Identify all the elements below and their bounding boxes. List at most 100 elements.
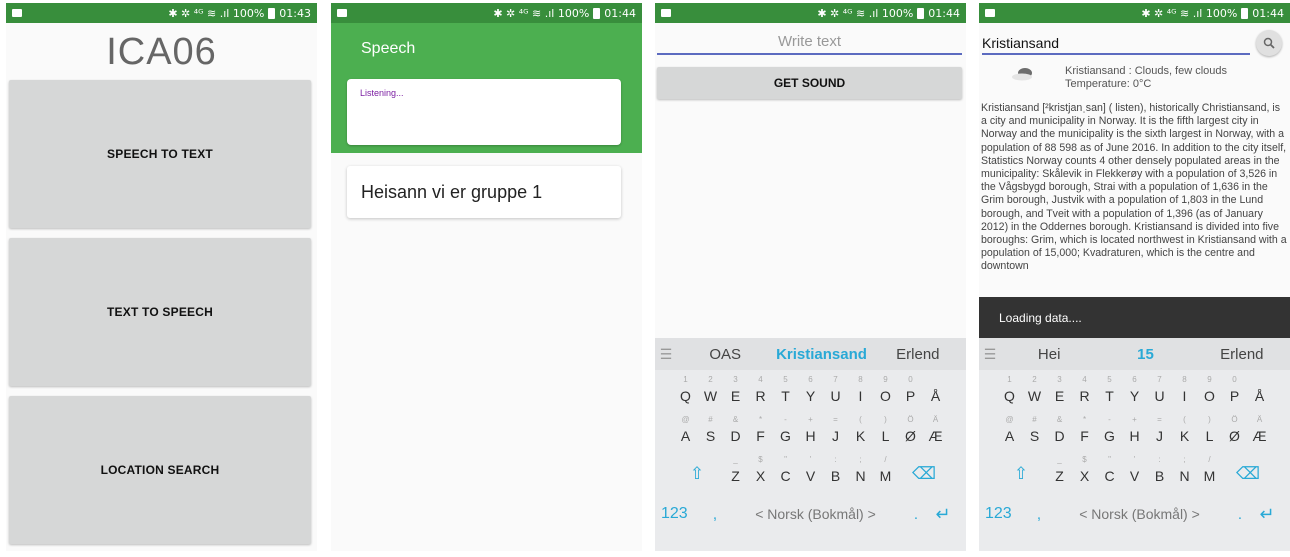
text-input[interactable] <box>657 29 962 55</box>
clock: 01:44 <box>604 6 636 20</box>
key[interactable]: / M <box>873 450 898 490</box>
key[interactable]: ; N <box>848 450 873 490</box>
shift-icon[interactable]: ⇧ <box>671 450 723 490</box>
backspace-icon[interactable]: ⌫ <box>1222 450 1274 490</box>
enter-icon[interactable]: ↵ <box>926 504 960 525</box>
screen-main-menu: ✱ ✲ ⁴ᴳ ≋ .ıl 100% 01:43 ICA06 SPEECH TO T… <box>6 3 317 551</box>
period-key[interactable]: . <box>906 506 926 523</box>
key[interactable]: 6Y <box>798 370 823 410</box>
suggestion[interactable]: 15 <box>1097 346 1193 363</box>
key[interactable]: 0P <box>898 370 923 410</box>
key[interactable]: & D <box>723 410 748 450</box>
key-label: J <box>1156 428 1163 444</box>
key[interactable]: $ X <box>1072 450 1097 490</box>
space-key[interactable]: < Norsk (Bokmål) > <box>725 506 906 522</box>
key[interactable]: 8I <box>848 370 873 410</box>
key[interactable]: 3E <box>723 370 748 410</box>
key[interactable]: * F <box>748 410 773 450</box>
key[interactable]: 7U <box>823 370 848 410</box>
key[interactable]: " C <box>1097 450 1122 490</box>
enter-icon[interactable]: ↵ <box>1250 504 1284 525</box>
key[interactable]: (K <box>848 410 873 450</box>
status-bar: ✱ ✲ ⁴ᴳ ≋ .ıl 100% 01:44 <box>979 3 1290 23</box>
suggestion[interactable]: Hei <box>1001 346 1097 363</box>
key[interactable]: Å <box>923 370 948 410</box>
key[interactable]: ÖØ <box>1222 410 1247 450</box>
key[interactable]: + H <box>798 410 823 450</box>
key-hint: 5 <box>1107 375 1112 384</box>
suggestion[interactable]: Erlend <box>1194 346 1290 363</box>
numbers-key[interactable]: 123 <box>985 505 1029 523</box>
key[interactable]: 1Q <box>997 370 1022 410</box>
key[interactable]: 9O <box>1197 370 1222 410</box>
key[interactable]: 2W <box>1022 370 1047 410</box>
get-sound-button[interactable]: GET SOUND <box>657 67 962 99</box>
key[interactable]: ) L <box>1197 410 1222 450</box>
key[interactable]: _ Z <box>723 450 748 490</box>
key[interactable]: / M <box>1197 450 1222 490</box>
comma-key[interactable]: , <box>705 506 725 523</box>
key[interactable]: ' V <box>798 450 823 490</box>
key-label: N <box>1179 468 1190 484</box>
key[interactable]: = J <box>1147 410 1172 450</box>
key[interactable]: 5T <box>1097 370 1122 410</box>
key[interactable]: :B <box>1147 450 1172 490</box>
key[interactable]: 6Y <box>1122 370 1147 410</box>
key[interactable]: ÄÆ <box>1247 410 1272 450</box>
key[interactable]: ' V <box>1122 450 1147 490</box>
key[interactable]: _ Z <box>1047 450 1072 490</box>
key[interactable]: ; N <box>1172 450 1197 490</box>
period-key[interactable]: . <box>1230 506 1250 523</box>
key[interactable]: 4R <box>1072 370 1097 410</box>
key[interactable]: # S <box>1022 410 1047 450</box>
key[interactable]: @ A <box>997 410 1022 450</box>
key[interactable]: ÖØ <box>898 410 923 450</box>
key[interactable]: 1Q <box>673 370 698 410</box>
key[interactable]: $ X <box>748 450 773 490</box>
key-row: @ A # S & D * F - G + H = J(K) L Ö Ø Ä Æ <box>979 410 1290 450</box>
location-search-button[interactable]: LOCATION SEARCH <box>9 396 311 544</box>
suggestion[interactable]: Erlend <box>870 346 966 363</box>
speech-to-text-button[interactable]: SPEECH TO TEXT <box>9 80 311 228</box>
comma-key[interactable]: , <box>1029 506 1049 523</box>
key[interactable]: (K <box>1172 410 1197 450</box>
key[interactable]: ) L <box>873 410 898 450</box>
key[interactable]: 7U <box>1147 370 1172 410</box>
space-key[interactable]: < Norsk (Bokmål) > <box>1049 506 1230 522</box>
key[interactable]: 8I <box>1172 370 1197 410</box>
menu-icon[interactable]: ☰ <box>979 346 1001 363</box>
menu-icon[interactable]: ☰ <box>655 346 677 363</box>
key-hint: $ <box>758 455 763 464</box>
text-to-speech-button[interactable]: TEXT TO SPEECH <box>9 238 311 386</box>
key[interactable]: 2W <box>698 370 723 410</box>
key[interactable]: * F <box>1072 410 1097 450</box>
key[interactable]: = J <box>823 410 848 450</box>
key[interactable]: -G <box>773 410 798 450</box>
screen-location-search: ✱ ✲ ⁴ᴳ ≋ .ıl 100% 01:44 Kristiansand Kris… <box>979 3 1290 551</box>
key[interactable]: :B <box>823 450 848 490</box>
shift-icon[interactable]: ⇧ <box>995 450 1047 490</box>
key[interactable]: " C <box>773 450 798 490</box>
listening-box[interactable]: Listening... <box>347 79 621 145</box>
key[interactable]: @ A <box>673 410 698 450</box>
numbers-key[interactable]: 123 <box>661 505 705 523</box>
article-text: Kristiansand [²kristjanˌsan] ( listen), … <box>981 102 1287 273</box>
key[interactable]: 3E <box>1047 370 1072 410</box>
key[interactable]: Å <box>1247 370 1272 410</box>
key[interactable]: + H <box>1122 410 1147 450</box>
backspace-icon[interactable]: ⌫ <box>898 450 950 490</box>
suggestion[interactable]: Kristiansand <box>773 346 869 363</box>
key-label: J <box>832 428 839 444</box>
key[interactable]: 5T <box>773 370 798 410</box>
search-icon[interactable] <box>1256 30 1282 56</box>
key[interactable]: # S <box>698 410 723 450</box>
key-label: C <box>780 468 791 484</box>
key[interactable]: 4R <box>748 370 773 410</box>
key[interactable]: 9O <box>873 370 898 410</box>
key[interactable]: -G <box>1097 410 1122 450</box>
key[interactable]: ÄÆ <box>923 410 948 450</box>
key[interactable]: & D <box>1047 410 1072 450</box>
key[interactable]: 0P <box>1222 370 1247 410</box>
suggestion[interactable]: OAS <box>677 346 773 363</box>
search-input[interactable]: Kristiansand <box>982 29 1250 55</box>
